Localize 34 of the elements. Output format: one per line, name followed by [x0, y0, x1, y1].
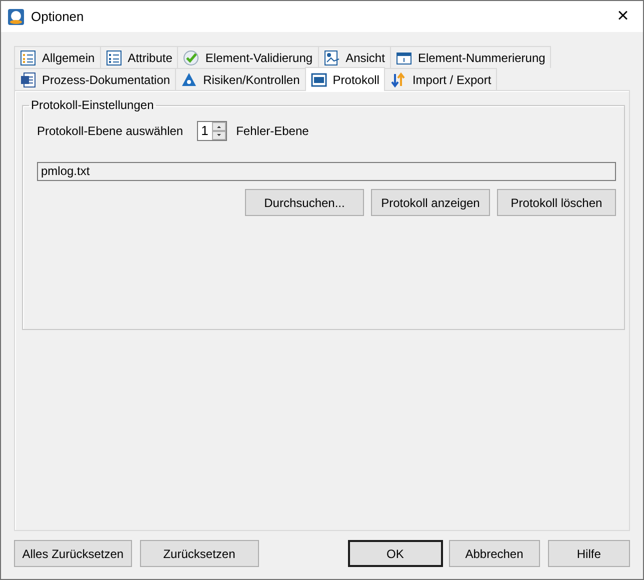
dialog-button[interactable]: Protokoll löschen — [497, 189, 616, 216]
list-icon — [20, 50, 36, 66]
checkmark-icon — [183, 50, 200, 66]
dialog-button[interactable]: Hilfe — [548, 540, 630, 567]
group-title: Protokoll-Einstellungen — [30, 98, 155, 112]
dialog-button[interactable]: OK — [348, 540, 443, 567]
level-label: Protokoll-Ebene auswählen — [37, 124, 184, 138]
window-icon — [310, 72, 327, 88]
tab[interactable]: Import / Export — [384, 68, 498, 90]
window-icon — [396, 50, 412, 66]
dialog-button[interactable]: Abbrechen — [448, 540, 540, 567]
tab[interactable]: Prozess-Dokumentation — [14, 68, 176, 90]
file-path-field[interactable]: pmlog.txt — [37, 162, 616, 181]
level-spinner[interactable]: 1 — [197, 121, 228, 141]
tab[interactable]: Element-Validierung — [177, 46, 319, 68]
list-icon — [106, 50, 122, 66]
tab[interactable]: Attribute — [100, 46, 178, 68]
close-icon[interactable]: × — [603, 5, 643, 28]
window-title: Optionen — [31, 9, 85, 24]
level-description: Fehler-Ebene — [236, 124, 309, 138]
dialog-button[interactable]: Protokoll anzeigen — [371, 189, 490, 216]
tab[interactable]: Allgemein — [14, 46, 101, 68]
triangle-icon — [181, 72, 198, 88]
tab[interactable]: Protokoll — [304, 67, 386, 91]
spin-arrows-icon — [212, 122, 226, 140]
tab[interactable]: Ansicht — [318, 46, 391, 68]
tab[interactable]: Element-Nummerierung — [390, 46, 552, 68]
picture-icon — [324, 50, 340, 66]
app-logo-icon — [8, 8, 24, 24]
word-document-icon — [20, 72, 36, 88]
dialog-button[interactable]: Alles Zurücksetzen — [14, 540, 132, 567]
dialog-button[interactable]: Zurücksetzen — [140, 540, 259, 567]
dialog-button[interactable]: Durchsuchen... — [245, 189, 364, 216]
up-down-arrows-icon — [390, 72, 406, 88]
